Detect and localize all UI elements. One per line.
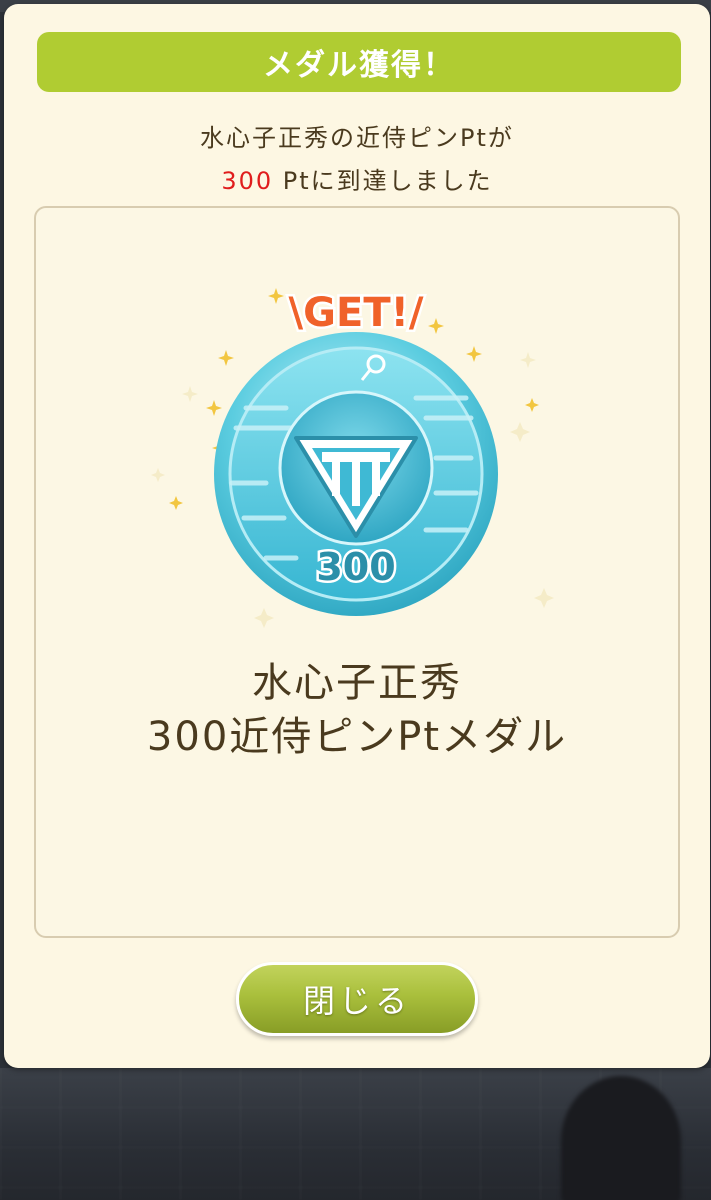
get-label: \GET!/ — [286, 288, 426, 339]
message-line-2-rest: Ptに到達しました — [273, 167, 493, 195]
svg-text:\GET!/: \GET!/ — [289, 290, 424, 336]
close-button-label: 閉じる — [302, 982, 411, 1020]
close-button[interactable]: 閉じる — [236, 962, 478, 1036]
medal-name-line-2: 300近侍ピンPtメダル — [146, 714, 568, 760]
medal-name-line-1: 水心子正秀 — [252, 660, 462, 706]
message-line-2: 300 Ptに到達しました — [4, 161, 710, 196]
points-value: 300 — [221, 167, 274, 195]
medal-value-label: 300 — [316, 545, 395, 589]
background-scene — [0, 1068, 711, 1200]
dialog-title-bar: メダル獲得！ — [37, 32, 681, 92]
medal-graphic: \GET!/ 300 — [151, 288, 554, 628]
dialog-title: メダル獲得！ — [263, 48, 455, 83]
message-line-1: 水心子正秀の近侍ピンPtが — [200, 124, 514, 152]
medal-panel: \GET!/ 300 水心子正秀 300近侍ピンPtメダル — [34, 206, 680, 938]
medal-dialog: メダル獲得！ 水心子正秀の近侍ピンPtが 300 Ptに到達しました \GET!… — [4, 4, 710, 1068]
background-character-silhouette — [561, 1076, 681, 1200]
